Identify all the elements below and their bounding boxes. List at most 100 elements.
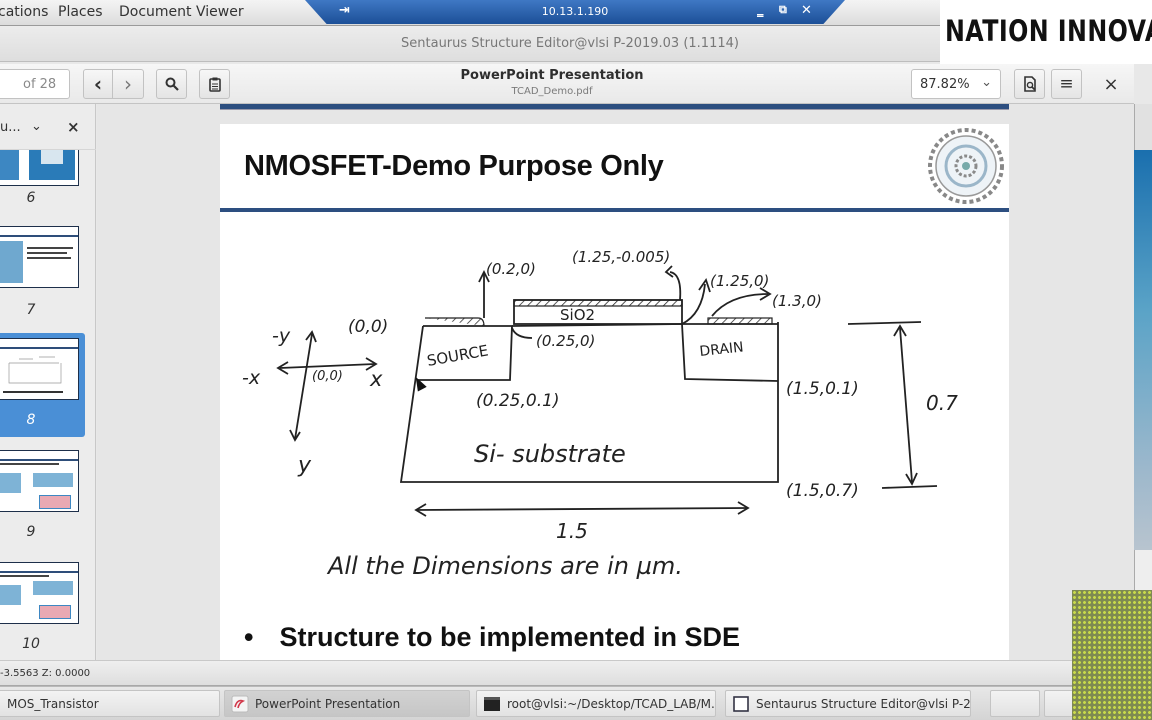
hamburger-menu-icon: ≡	[1059, 74, 1074, 94]
window-title-bar: Sentaurus Structure Editor@vlsi P-2019.0…	[0, 26, 940, 62]
page-thumbnail-7[interactable]	[0, 226, 79, 288]
document-filename: TCAD_Demo.pdf	[511, 86, 593, 97]
previous-page-edge	[220, 104, 1009, 110]
coord-bottom-right: (1.5,0.7)	[786, 481, 859, 501]
x-axis-line	[279, 363, 376, 369]
coord-source-bottom: (0.25,0.1)	[476, 391, 560, 411]
cursor-coordinates: -3.5563 Z: 0.0000	[0, 668, 91, 679]
pdf-page: NMOSFET-Demo Purpose Only -y -x x y (0,0…	[220, 124, 1009, 660]
next-page-button[interactable]: ›	[112, 69, 144, 99]
height-dimension-line	[899, 327, 913, 483]
close-icon: ×	[1103, 73, 1119, 95]
height-label: 0.7	[926, 391, 958, 415]
page-number-10: 10	[22, 636, 40, 652]
coord-oxide-top: (1.25,-0.005)	[572, 248, 670, 266]
page-number-6: 6	[26, 190, 36, 206]
sidebar-header: u... ⌄ ×	[0, 110, 96, 150]
search-button[interactable]	[156, 69, 187, 99]
document-toolbar: of 28 ‹ › PowerPoint Presentation TCAD_D…	[0, 64, 1134, 104]
width-label: 1.5	[556, 519, 588, 543]
chevron-right-icon: ›	[124, 72, 132, 96]
taskbar: MOS_Transistor PowerPoint Presentation r…	[0, 686, 1152, 720]
previous-page-button[interactable]: ‹	[83, 69, 113, 99]
clipboard-icon	[208, 77, 221, 92]
page-thumbnail-10[interactable]	[0, 562, 79, 624]
menu-button[interactable]: ≡	[1051, 69, 1082, 99]
workspace-switcher-1[interactable]	[990, 690, 1040, 717]
applications-menu[interactable]: cations	[0, 4, 48, 20]
close-window-button[interactable]: ×	[1096, 69, 1126, 99]
brand-text: NATION INNOVAT	[945, 14, 1152, 48]
places-menu[interactable]: Places	[58, 4, 103, 20]
y-axis-line	[294, 333, 313, 440]
institute-logo	[928, 128, 1004, 204]
document-viewer-menu[interactable]: Document Viewer	[119, 4, 244, 20]
taskbar-item-powerpoint[interactable]: PowerPoint Presentation	[224, 690, 470, 717]
y-label: y	[297, 453, 312, 478]
taskbar-item-label: root@vlsi:~/Desktop/TCAD_LAB/M...	[507, 696, 716, 711]
close-icon[interactable]: ✕	[801, 3, 812, 18]
chevron-left-icon: ‹	[93, 72, 103, 96]
page-number-9: 9	[26, 524, 36, 540]
background-window-edge	[1134, 550, 1152, 590]
restore-icon[interactable]: ⧉	[779, 3, 787, 17]
page-thumbnail-8[interactable]	[0, 338, 79, 400]
slide-title: NMOSFET-Demo Purpose Only	[244, 150, 664, 182]
taskbar-item-label: Sentaurus Structure Editor@vlsi P-2...	[756, 696, 971, 711]
window-icon	[733, 695, 749, 712]
page-thumbnail-6[interactable]	[0, 150, 79, 186]
window-title: Sentaurus Structure Editor@vlsi P-2019.0…	[401, 36, 739, 51]
page-number-input[interactable]: of 28	[0, 69, 70, 99]
coord-source-contact: (0.2,0)	[486, 260, 536, 278]
document-search-icon	[1023, 76, 1036, 92]
terminal-icon	[484, 696, 500, 711]
remote-session-bar: ⇥ 10.13.1.190 ‗ ⧉ ✕	[305, 0, 845, 24]
units-note: All the Dimensions are in µm.	[326, 552, 683, 580]
taskbar-item-sentaurus[interactable]: Sentaurus Structure Editor@vlsi P-2...	[725, 690, 971, 717]
document-view[interactable]: NMOSFET-Demo Purpose Only -y -x x y (0,0…	[97, 104, 1134, 660]
find-in-document-button[interactable]	[1014, 69, 1045, 99]
title-underline	[220, 208, 1009, 212]
minimize-icon[interactable]: ‗	[757, 3, 764, 18]
axis-origin-label: (0,0)	[312, 369, 343, 384]
taskbar-item-terminal[interactable]: root@vlsi:~/Desktop/TCAD_LAB/M...	[476, 690, 716, 717]
page-number-8: 8	[26, 412, 36, 428]
screen: cations Places Document Viewer ⇥ 10.13.1…	[0, 0, 1152, 720]
brand-overlay: NATION INNOVAT	[940, 0, 1152, 64]
oxide-label: SiO2	[560, 306, 595, 324]
bullet-item: • Structure to be implemented in SDE	[244, 622, 740, 653]
page-thumbnail-9[interactable]	[0, 450, 79, 512]
x-label: x	[369, 367, 383, 391]
bullet-text: Structure to be implemented in SDE	[279, 622, 741, 652]
document-viewer-icon	[231, 695, 249, 712]
annotations-button[interactable]	[199, 69, 230, 99]
coord-origin: (0,0)	[348, 317, 388, 337]
workspace-switcher-2[interactable]	[1044, 690, 1074, 717]
close-sidebar-icon[interactable]: ×	[67, 118, 80, 136]
zoom-level-select[interactable]: 87.82% ⌄	[911, 69, 1001, 99]
coord-drain-bottom: (1.5,0.1)	[786, 379, 859, 399]
document-title: PowerPoint Presentation	[460, 68, 644, 83]
neg-y-label: -y	[272, 325, 291, 347]
status-bar: -3.5563 Z: 0.0000	[0, 660, 1152, 686]
taskbar-item-label: PowerPoint Presentation	[255, 696, 401, 711]
search-icon	[165, 77, 179, 91]
taskbar-item-label: MOS_Transistor	[7, 696, 99, 711]
background-window-edge	[1134, 150, 1152, 550]
neg-x-label: -x	[242, 367, 261, 389]
webcam-overlay-pattern	[1072, 590, 1152, 720]
bullet-dot: •	[244, 622, 254, 652]
coord-drain-contact-start: (1.25,0)	[710, 272, 769, 290]
zoom-level-value: 87.82%	[920, 77, 970, 92]
sidebar-mode-label[interactable]: u...	[0, 120, 21, 135]
drain-label: DRAIN	[699, 339, 745, 360]
mosfet-sketch: -y -x x y (0,0) (0,0) (0.2,0) (1.25,-0.0…	[242, 248, 958, 580]
page-count-label: of 28	[23, 77, 57, 92]
thumbnail-sidebar: u... ⌄ × 6 7 8 9 10	[0, 104, 96, 660]
coord-drain-contact-end: (1.3,0)	[772, 292, 822, 310]
substrate-label: Si- substrate	[474, 440, 626, 468]
coord-source-edge: (0.25,0)	[536, 332, 595, 350]
page-number-7: 7	[26, 302, 36, 318]
chevron-down-icon[interactable]: ⌄	[31, 119, 42, 134]
taskbar-item-mos-transistor[interactable]: MOS_Transistor	[0, 690, 220, 717]
